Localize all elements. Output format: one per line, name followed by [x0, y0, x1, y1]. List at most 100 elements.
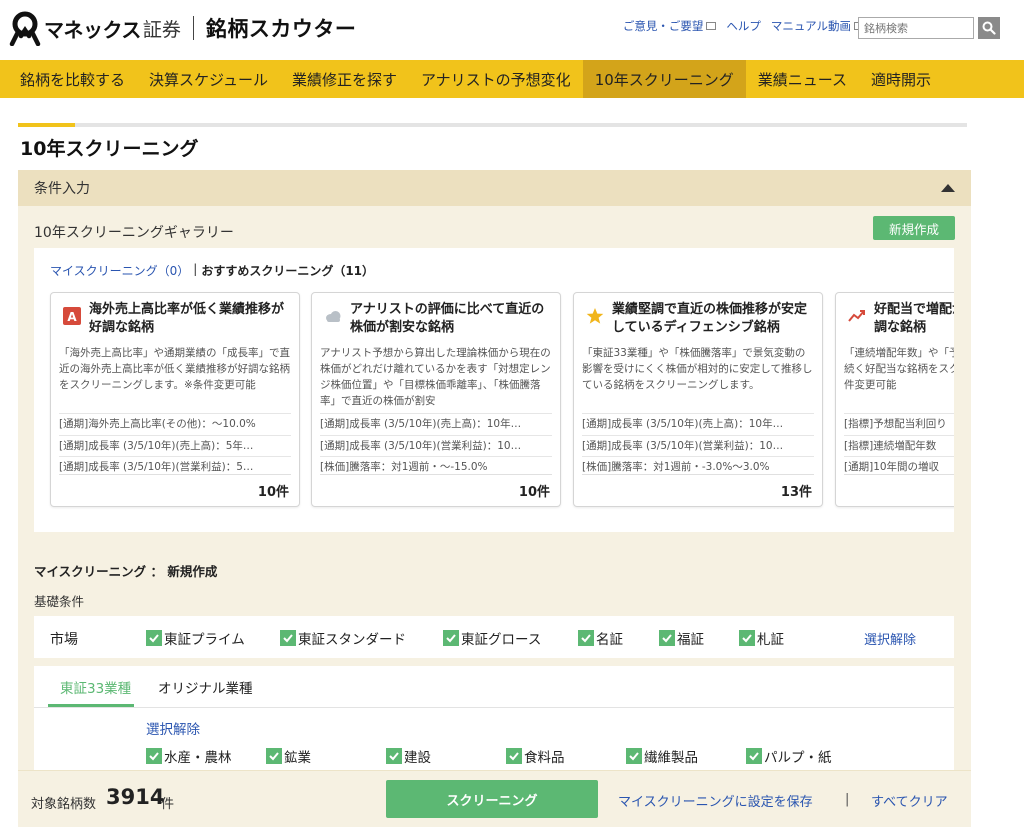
- sector-tabs: 東証33業種 オリジナル業種: [34, 666, 954, 708]
- checkbox-sector-food[interactable]: 食料品: [506, 746, 565, 766]
- card-condition: [通期]成長率 (3/5/10年)(営業利益)：10…: [582, 434, 814, 457]
- checkbox-tse-growth[interactable]: 東証グロース: [443, 628, 541, 648]
- monex-logo-icon: [9, 11, 41, 46]
- collapse-triangle-icon[interactable]: [941, 184, 955, 192]
- nav-earnings-schedule[interactable]: 決算スケジュール: [137, 60, 280, 98]
- checkbox-sector-pulp-paper[interactable]: パルプ・紙: [746, 746, 832, 766]
- help-link[interactable]: ヘルプ: [726, 18, 761, 34]
- clear-all-link[interactable]: すべてクリア: [871, 791, 948, 810]
- header: マネックス 証券 銘柄スカウター ご意見・ご要望 ヘルプ マニュアル動画: [0, 0, 1024, 58]
- gallery-tabs: マイスクリーニング（0） | おすすめスクリーニング（11）: [50, 262, 374, 279]
- header-links: ご意見・ご要望 ヘルプ マニュアル動画: [623, 18, 864, 34]
- card-description: 「海外売上高比率」や通期業績の「成長率」で直近の海外売上高比率が低く業績推移が好…: [59, 347, 290, 391]
- checkbox-tse-prime[interactable]: 東証プライム: [146, 628, 245, 648]
- logo-brand: マネックス: [44, 17, 141, 42]
- card-condition: [通期]成長率 (3/5/10年)(売上高)：10年…: [320, 413, 552, 435]
- checkbox-checked-icon: [506, 748, 522, 764]
- save-my-screening-link[interactable]: マイスクリーニングに設定を保存: [618, 791, 813, 810]
- checkbox-checked-icon: [739, 630, 755, 646]
- active-tab-indicator: [48, 704, 134, 707]
- new-screening-button[interactable]: 新規作成: [873, 216, 955, 240]
- card-title: 好配当で増配が続き業績推移が好調な銘柄: [874, 302, 954, 335]
- page-title: 10年スクリーニング: [20, 138, 199, 160]
- card-condition: [通期]成長率 (3/5/10年)(営業利益)：10…: [320, 434, 552, 457]
- svg-text:A: A: [67, 310, 77, 324]
- card-condition: [指標]連続増配年数: [844, 434, 954, 457]
- checkbox-sector-mining[interactable]: 鉱業: [266, 746, 311, 766]
- checkbox-checked-icon: [280, 630, 296, 646]
- page-progress-bar: [18, 123, 967, 127]
- tab-separator: |: [193, 262, 198, 276]
- checkbox-checked-icon: [578, 630, 594, 646]
- trend-up-icon: [848, 310, 865, 322]
- stock-search: [858, 17, 1000, 39]
- card-condition: [指標]予想配当利回り: [844, 413, 954, 435]
- logo[interactable]: マネックス 証券 銘柄スカウター: [8, 10, 356, 46]
- card-count: 10件: [518, 485, 550, 500]
- logo-divider: [192, 16, 194, 40]
- condition-panel: 条件入力 10年スクリーニングギャラリー 新規作成 マイスクリーニング（0） |…: [18, 170, 971, 827]
- checkbox-sector-construction[interactable]: 建設: [386, 746, 431, 766]
- stock-search-input[interactable]: [858, 17, 974, 39]
- checkbox-checked-icon: [626, 748, 642, 764]
- search-button[interactable]: [978, 17, 1000, 39]
- tab-original-sectors[interactable]: オリジナル業種: [158, 677, 253, 697]
- condition-panel-header[interactable]: 条件入力: [18, 170, 971, 206]
- checkbox-checked-icon: [146, 630, 162, 646]
- market-filter: 市場 東証プライム 東証スタンダード 東証グロース 名証 福証 札証 選択解除: [34, 616, 954, 658]
- card-description: 「東証33業種」や「株価騰落率」で景気変動の影響を受けにくく株価が相対的に安定し…: [582, 347, 813, 391]
- card-count: 13件: [780, 485, 812, 500]
- feedback-link[interactable]: ご意見・ご要望: [623, 18, 717, 34]
- manual-video-link[interactable]: マニュアル動画: [771, 18, 864, 34]
- target-count-label: 対象銘柄数: [31, 797, 97, 812]
- screening-card[interactable]: アナリストの評価に比べて直近の株価が割安な銘柄 アナリスト予想から算出した理論株…: [311, 292, 561, 507]
- card-description: 「連続増配年数」や「予想配当利回り」で増配が続く好配当な銘柄をスクリーニングしま…: [844, 347, 954, 391]
- card-title: アナリストの評価に比べて直近の株価が割安な銘柄: [350, 302, 545, 335]
- nav-earnings-news[interactable]: 業績ニュース: [746, 60, 859, 98]
- cloud-icon: [326, 311, 341, 322]
- tab-tse33-sectors[interactable]: 東証33業種: [60, 677, 131, 697]
- checkbox-checked-icon: [386, 748, 402, 764]
- checkbox-fse[interactable]: 福証: [659, 628, 704, 648]
- sector-clear-link[interactable]: 選択解除: [146, 718, 200, 738]
- page-progress-fill: [18, 123, 75, 127]
- gallery-title: 10年スクリーニングギャラリー: [34, 225, 234, 241]
- screening-card[interactable]: A 海外売上高比率が低く業績推移が好調な銘柄 「海外売上高比率」や通期業績の「成…: [50, 292, 300, 507]
- run-screening-button[interactable]: スクリーニング: [386, 780, 598, 818]
- nav-revisions[interactable]: 業績修正を探す: [280, 60, 409, 98]
- main-nav: 銘柄を比較する 決算スケジュール 業績修正を探す アナリストの予想変化 10年ス…: [0, 60, 1024, 98]
- checkbox-checked-icon: [146, 748, 162, 764]
- tab-my-screening[interactable]: マイスクリーニング（0）: [50, 262, 189, 279]
- checkbox-sector-textiles[interactable]: 繊維製品: [626, 746, 698, 766]
- checkbox-sse[interactable]: 札証: [739, 628, 784, 648]
- checkbox-checked-icon: [659, 630, 675, 646]
- my-screening-title: マイスクリーニング ： 新規作成: [34, 564, 218, 579]
- card-count: 10件: [257, 485, 289, 500]
- card-condition: [通期]成長率 (3/5/10年)(売上高)：5年…: [59, 434, 291, 457]
- checkbox-checked-icon: [443, 630, 459, 646]
- tab-recommended-screening[interactable]: おすすめスクリーニング（11）: [201, 262, 374, 279]
- checkbox-tse-standard[interactable]: 東証スタンダード: [280, 628, 406, 648]
- checkbox-nse[interactable]: 名証: [578, 628, 623, 648]
- screening-card[interactable]: 好配当で増配が続き業績推移が好調な銘柄 「連続増配年数」や「予想配当利回り」で増…: [835, 292, 954, 507]
- checkbox-sector-fishery[interactable]: 水産・農林: [146, 746, 232, 766]
- gallery: マイスクリーニング（0） | おすすめスクリーニング（11） A 海外売上高比率…: [34, 248, 954, 532]
- bottom-action-bar: 対象銘柄数 3914 件 スクリーニング マイスクリーニングに設定を保存 | す…: [18, 770, 971, 827]
- nav-compare[interactable]: 銘柄を比較する: [0, 60, 137, 98]
- nav-analyst-changes[interactable]: アナリストの予想変化: [409, 60, 583, 98]
- card-title: 海外売上高比率が低く業績推移が好調な銘柄: [89, 302, 285, 335]
- star-icon: [586, 308, 604, 324]
- card-condition: [通期]海外売上高比率(その他)：〜10.0%: [59, 413, 291, 435]
- product-name: 銘柄スカウター: [205, 17, 357, 41]
- card-description: アナリスト予想から算出した理論株価から現在の株価がどれだけ離れているかを表す「対…: [320, 347, 551, 407]
- nav-disclosure[interactable]: 適時開示: [859, 60, 943, 98]
- basic-conditions-label: 基礎条件: [34, 594, 85, 609]
- screening-card[interactable]: 業績堅調で直近の株価推移が安定しているディフェンシブ銘柄 「東証33業種」や「株…: [573, 292, 823, 507]
- market-clear-link[interactable]: 選択解除: [864, 629, 916, 648]
- condition-panel-title: 条件入力: [34, 181, 90, 197]
- card-title: 業績堅調で直近の株価推移が安定しているディフェンシブ銘柄: [612, 302, 808, 335]
- nav-10yr-screening[interactable]: 10年スクリーニング: [582, 60, 746, 98]
- logo-brand-suffix: 証券: [142, 18, 181, 41]
- checkbox-checked-icon: [266, 748, 282, 764]
- search-icon: [982, 21, 996, 35]
